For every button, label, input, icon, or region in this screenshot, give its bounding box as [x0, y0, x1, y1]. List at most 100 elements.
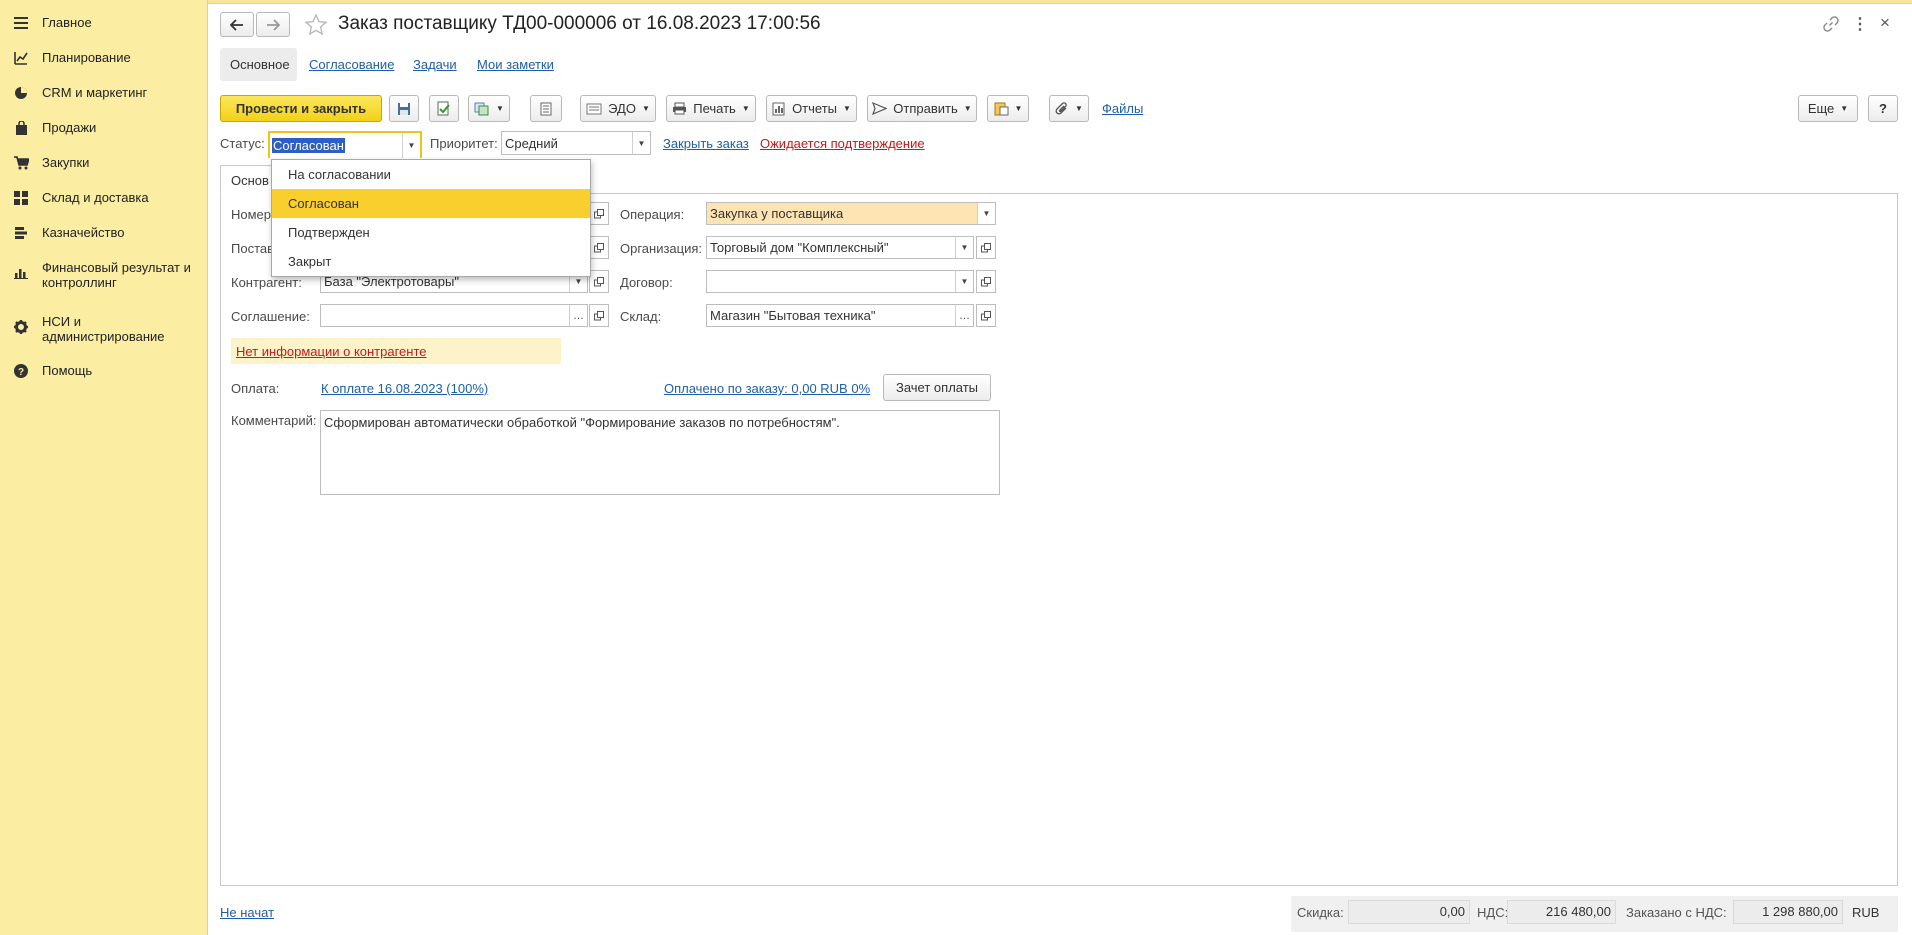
no-info-link[interactable]: Нет информации о контрагенте [236, 344, 427, 359]
chevron-down-icon[interactable]: ▼ [955, 271, 973, 292]
sidebar-item-planning[interactable]: Планирование [0, 49, 207, 67]
planning-icon [12, 49, 30, 67]
create-based-on-button[interactable]: ▼ [468, 95, 510, 122]
organization-value: Торговый дом "Комплексный" [710, 240, 889, 255]
tab-main[interactable]: Основное [220, 48, 297, 81]
awaiting-confirmation-link[interactable]: Ожидается подтверждение [760, 136, 925, 151]
chevron-down-icon: ▼ [963, 104, 972, 113]
priority-select[interactable]: Средний ▼ [501, 131, 651, 155]
attach-button[interactable]: ▼ [1049, 95, 1089, 122]
contract-field[interactable]: ▼ [706, 270, 974, 293]
edo-button[interactable]: ЭДО ▼ [580, 95, 656, 122]
open-icon [594, 242, 604, 252]
agreement-label: Соглашение: [231, 309, 310, 324]
chevron-down-icon: ▼ [641, 104, 650, 113]
agreement-field[interactable]: … [320, 304, 588, 327]
sidebar-item-warehouse[interactable]: Склад и доставка [0, 189, 207, 207]
chevron-down-icon[interactable]: ▼ [632, 132, 650, 154]
post-button[interactable] [429, 95, 459, 122]
sidebar-item-treasury[interactable]: Казначейство [0, 224, 207, 242]
sidebar-item-label: CRM и маркетинг [42, 85, 148, 100]
chevron-down-icon[interactable]: ▼ [402, 133, 420, 158]
sidebar-item-crm[interactable]: CRM и маркетинг [0, 84, 207, 102]
currency-label: RUB [1852, 905, 1880, 920]
sidebar-item-admin[interactable]: НСИ и администрирование [0, 313, 207, 344]
inner-tab-label: Основ [231, 173, 269, 188]
reports-icon [772, 102, 785, 115]
more-vertical-icon[interactable]: ⋮ [1852, 14, 1868, 34]
status-option-approved[interactable]: Согласован [272, 189, 590, 218]
payment-schedule-link[interactable]: К оплате 16.08.2023 (100%) [321, 381, 488, 396]
send-button[interactable]: Отправить ▼ [867, 95, 977, 122]
chevron-down-icon[interactable]: ▼ [955, 237, 973, 258]
favorite-star-icon[interactable] [304, 13, 328, 40]
arrow-right-icon [267, 18, 280, 31]
status-option-closed[interactable]: Закрыт [272, 247, 588, 276]
status-option-confirmed[interactable]: Подтвержден [272, 218, 588, 247]
reports-button[interactable]: Отчеты ▼ [766, 95, 857, 122]
status-value: Согласован [272, 138, 345, 153]
print-label: Печать [693, 101, 736, 116]
help-button[interactable]: ? [1868, 95, 1898, 122]
organization-field[interactable]: Торговый дом "Комплексный" ▼ [706, 236, 974, 259]
print-button[interactable]: Печать ▼ [666, 95, 756, 122]
number-open-button[interactable] [589, 202, 609, 225]
sidebar-item-finance[interactable]: Финансовый результат и контроллинг [0, 259, 207, 290]
save-button[interactable] [389, 95, 419, 122]
sidebar-item-help[interactable]: ? Помощь [0, 362, 207, 380]
sidebar-item-sales[interactable]: Продажи [0, 119, 207, 137]
post-and-close-button[interactable]: Провести и закрыть [220, 95, 382, 122]
open-icon [981, 242, 991, 252]
payment-offset-button[interactable]: Зачет оплаты [883, 374, 991, 401]
link-icon[interactable] [1822, 15, 1840, 36]
paid-by-order-link[interactable]: Оплачено по заказу: 0,00 RUB 0% [664, 381, 870, 396]
supplier-open-button[interactable] [589, 236, 609, 259]
files-link[interactable]: Файлы [1102, 101, 1143, 116]
close-icon[interactable]: × [1880, 13, 1890, 33]
vat-label: НДС: [1477, 905, 1509, 920]
document-structure-button[interactable] [530, 95, 562, 122]
sidebar-item-purchases[interactable]: Закупки [0, 154, 207, 172]
ellipsis-icon[interactable]: … [569, 305, 587, 326]
state-link[interactable]: Не начат [220, 905, 274, 920]
warehouse-label: Склад: [620, 309, 662, 324]
open-icon [594, 208, 604, 218]
back-button[interactable] [220, 12, 254, 37]
tab-approval[interactable]: Согласование [309, 57, 394, 72]
organization-label: Организация: [620, 241, 703, 256]
close-order-link[interactable]: Закрыть заказ [663, 136, 749, 151]
svg-text:?: ? [18, 367, 24, 378]
sidebar-item-main[interactable]: Главное [0, 14, 207, 32]
ellipsis-icon[interactable]: … [955, 305, 973, 326]
sidebar-item-label: Помощь [42, 363, 93, 378]
warehouse-open-button[interactable] [976, 304, 996, 327]
more-button[interactable]: Еще ▼ [1798, 95, 1858, 122]
open-icon [594, 276, 604, 286]
organization-open-button[interactable] [976, 236, 996, 259]
status-option-on-approval[interactable]: На согласовании [272, 160, 588, 189]
status-select[interactable]: Согласован ▼ [268, 131, 422, 158]
shopping-bag-icon [12, 119, 30, 137]
comment-textarea[interactable]: Сформирован автоматически обработкой "Фо… [320, 410, 1000, 495]
payment-label: Оплата: [231, 381, 280, 396]
tab-notes[interactable]: Мои заметки [477, 57, 554, 72]
priority-label: Приоритет: [430, 136, 498, 151]
page-title: Заказ поставщику ТД00-000006 от 16.08.20… [338, 13, 821, 34]
paste-button[interactable]: ▼ [987, 95, 1029, 122]
comment-label: Комментарий: [231, 413, 317, 428]
sidebar-item-label: Склад и доставка [42, 190, 149, 205]
top-strip [0, 0, 1912, 4]
counterparty-open-button[interactable] [589, 270, 609, 293]
forward-button[interactable] [256, 12, 290, 37]
supplier-label: Постав [231, 241, 275, 256]
grid-icon [12, 189, 30, 207]
tab-tasks[interactable]: Задачи [413, 57, 457, 72]
chevron-down-icon: ▼ [843, 104, 851, 113]
operation-field[interactable]: Закупка у поставщика ▼ [706, 202, 996, 225]
chevron-down-icon[interactable]: ▼ [977, 203, 995, 224]
sidebar-item-label: Закупки [42, 155, 90, 170]
floppy-icon [398, 102, 410, 115]
contract-open-button[interactable] [976, 270, 996, 293]
agreement-open-button[interactable] [589, 304, 609, 327]
warehouse-field[interactable]: Магазин "Бытовая техника" … [706, 304, 974, 327]
